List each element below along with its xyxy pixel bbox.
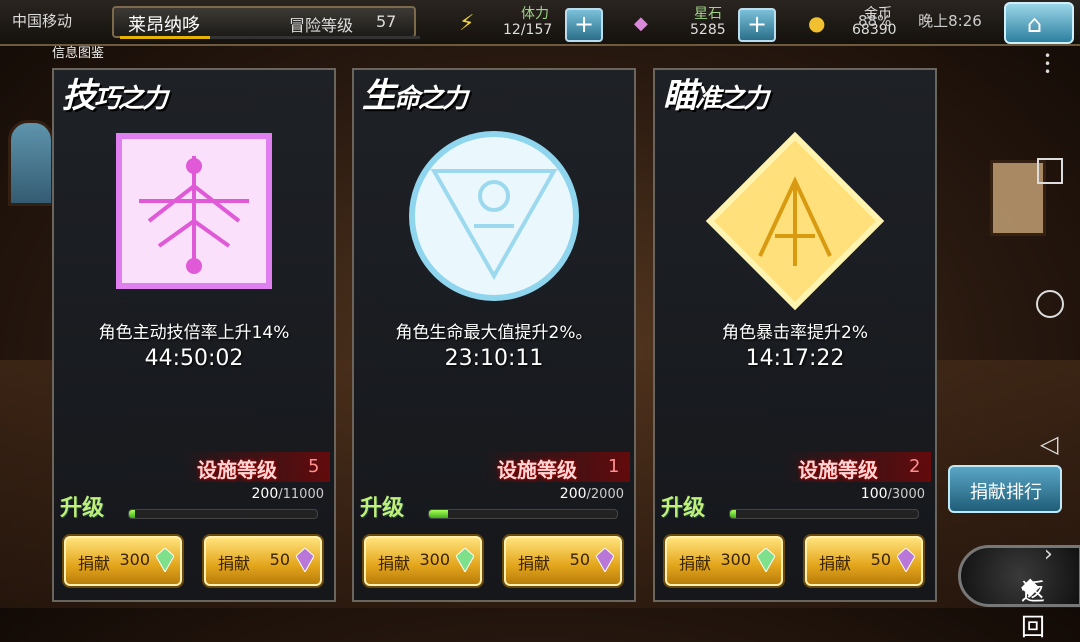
stamina-resource: ⚡ 体力 12/157 + (455, 3, 603, 42)
gem-resource: ◆ 星石 5285 + (632, 3, 777, 42)
stamina-value: 12/157 (503, 22, 553, 38)
upgrade-progress-bar (128, 509, 318, 519)
home-button[interactable]: ⌂ (1004, 2, 1074, 44)
aim-emblem-icon (705, 131, 885, 311)
more-options-icon[interactable]: • • • (1044, 50, 1051, 78)
upgrade-progress-text: 200/2000 (559, 486, 624, 502)
gem-label: 星石 (694, 6, 722, 22)
donate-gem-button[interactable]: 捐献 50 (805, 536, 923, 586)
panel-description: 角色主动技倍率上升14% (98, 323, 290, 343)
skill-emblem-icon (116, 133, 272, 289)
add-gem-button[interactable]: + (738, 8, 776, 42)
donate-crystal-button[interactable]: 捐献 300 (64, 536, 182, 586)
panel-description: 角色暴击率提升2% (722, 323, 868, 343)
donate-gem-button[interactable]: 捐献 50 (504, 536, 622, 586)
player-info: 莱昂纳哆 冒险等级 57 (112, 6, 416, 38)
panel-timer: 14:17:22 (745, 346, 845, 371)
green-crystal-icon (156, 548, 174, 572)
battery-label: 88% (858, 12, 892, 30)
facility-level-value: 1 (608, 456, 620, 477)
player-level: 57 (376, 12, 397, 31)
back-triangle-icon[interactable]: ◁ (1040, 430, 1058, 458)
panel-timer: 44:50:02 (144, 346, 244, 371)
player-name: 莱昂纳哆 (128, 15, 200, 36)
panel-skill: 技巧之力 角色主动技倍率上升14% 44:50:02 设施等级 5 升级 200… (52, 68, 336, 602)
panel-description: 角色生命最大值提升2%。 (395, 323, 593, 343)
facility-level-value: 5 (308, 456, 320, 477)
coin-icon: ● (808, 11, 826, 35)
donation-ranking-button[interactable]: 捐献排行 (948, 465, 1062, 513)
panel-timer: 23:10:11 (444, 346, 544, 371)
upgrade-progress-bar (428, 509, 618, 519)
carrier-label: 中国移动 (12, 12, 73, 30)
clock-label: 晚上8:26 (918, 12, 982, 30)
back-button[interactable]: ◆ 返回 (958, 545, 1080, 641)
life-emblem-icon (409, 131, 579, 301)
home-icon: ⌂ (1027, 10, 1043, 38)
recent-apps-icon[interactable] (1037, 158, 1063, 184)
facility-level-label: 设施等级 (497, 458, 577, 482)
facility-level-label: 设施等级 (197, 458, 277, 482)
donate-crystal-button[interactable]: 捐献 300 (665, 536, 783, 586)
facility-level-label: 设施等级 (798, 458, 878, 482)
chevron-right-icon[interactable]: › (1044, 542, 1053, 567)
add-stamina-button[interactable]: + (565, 8, 603, 42)
info-tab[interactable]: 信息图鉴 (52, 42, 104, 61)
upgrade-progress-text: 200/11000 (251, 486, 324, 502)
upgrade-label: 升级 (661, 496, 706, 521)
home-circle-icon[interactable] (1036, 290, 1064, 318)
gem-value: 5285 (690, 22, 726, 38)
star-stone-icon (296, 548, 314, 572)
background-window (8, 120, 54, 206)
panel-title: 生命之力 (362, 76, 468, 116)
crystal-icon: ◆ (634, 13, 648, 34)
panel-aim: 瞄准之力 角色暴击率提升2% 14:17:22 设施等级 2 升级 100/30… (653, 68, 937, 602)
level-label: 冒险等级 (289, 16, 354, 35)
upgrade-progress-bar (729, 509, 919, 519)
donate-crystal-button[interactable]: 捐献 300 (364, 536, 482, 586)
green-crystal-icon (456, 548, 474, 572)
upgrade-label: 升级 (360, 496, 405, 521)
life-emblem (354, 126, 634, 326)
aim-emblem (655, 126, 935, 326)
facility-level-value: 2 (909, 456, 921, 477)
star-stone-icon (596, 548, 614, 572)
panel-title: 技巧之力 (62, 76, 168, 116)
donate-gem-button[interactable]: 捐献 50 (204, 536, 322, 586)
panel-life: 生命之力 角色生命最大值提升2%。 23:10:11 设施等级 1 升级 200… (352, 68, 636, 602)
green-crystal-icon (757, 548, 775, 572)
skill-emblem (54, 126, 334, 326)
panel-title: 瞄准之力 (663, 76, 769, 116)
star-stone-icon (897, 548, 915, 572)
system-status: 88% 晚上8:26 (858, 10, 982, 31)
upgrade-progress-text: 100/3000 (860, 486, 925, 502)
upgrade-label: 升级 (60, 496, 105, 521)
top-bar: 中国移动 莱昂纳哆 冒险等级 57 ⚡ 体力 12/157 + ◆ 星石 528… (0, 0, 1080, 46)
exp-bar (120, 36, 420, 39)
lightning-icon: ⚡ (459, 11, 475, 36)
stamina-label: 体力 (521, 6, 549, 22)
